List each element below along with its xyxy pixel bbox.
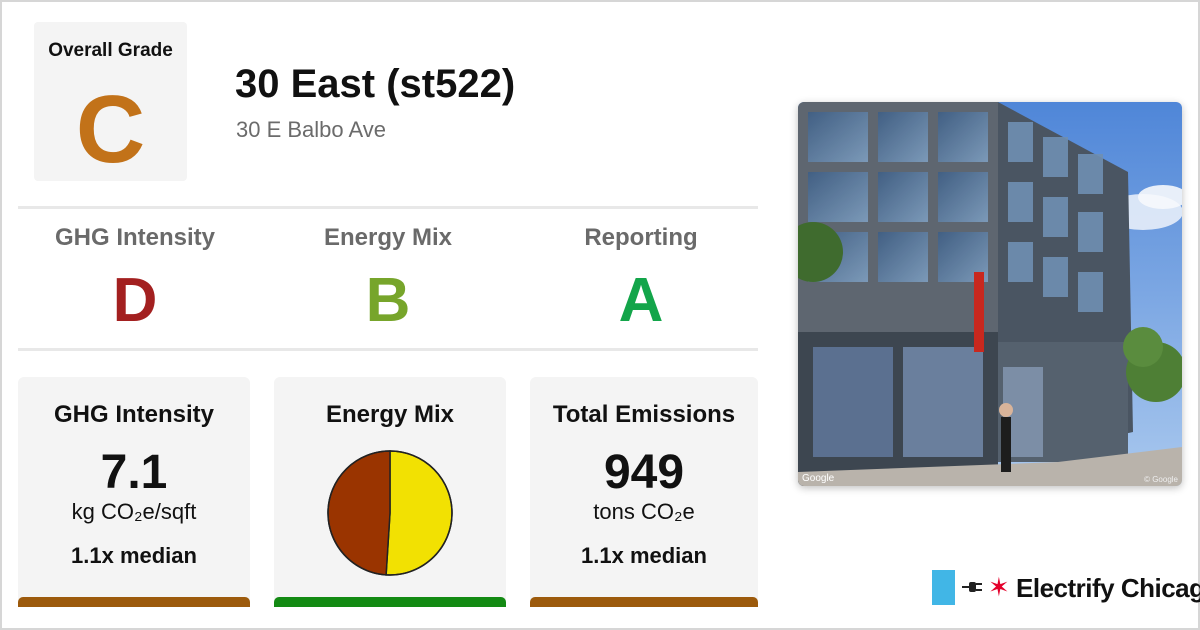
total-emissions-value: 949 (603, 446, 685, 499)
overall-grade-label: Overall Grade (48, 40, 173, 61)
sub-grade-label: Energy Mix (323, 224, 453, 251)
sub-grade-letter: B (365, 266, 411, 335)
chicago-flag-icon (932, 570, 955, 605)
sub-grade-label: GHG Intensity (54, 224, 216, 251)
overall-grade-box: Overall Grade C (34, 22, 187, 181)
building-title: 30 East (st522) (235, 62, 516, 106)
total-emissions-median: 1.1x median (581, 543, 707, 568)
overall-grade-letter: C (75, 76, 146, 183)
divider-top (18, 206, 758, 209)
building-photo: Google © Google (798, 102, 1182, 486)
brand-name: Electrify Chicago (1016, 573, 1200, 603)
card-title: GHG Intensity (53, 401, 215, 428)
divider-middle (18, 348, 758, 351)
energy-mix-card: Energy Mix (274, 377, 506, 607)
total-emissions-card: Total Emissions 949 tons CO₂e 1.1x media… (530, 377, 758, 607)
card-accent-bar (18, 597, 250, 607)
plug-icon (962, 582, 982, 592)
sub-grade-letter: A (618, 266, 664, 335)
pie-slice-electric (385, 450, 453, 576)
card-accent-bar (530, 597, 758, 607)
photo-credit: Google (802, 473, 835, 484)
photo-copyright: © Google (1144, 475, 1178, 484)
card-title: Energy Mix (325, 401, 455, 428)
ghg-intensity-unit: kg CO₂e/sqft (71, 499, 197, 524)
sub-grade-energy-mix: Energy Mix B (268, 224, 508, 332)
pie-slice-fossil-gas (327, 450, 391, 576)
energy-mix-pie-chart (327, 450, 453, 576)
ghg-intensity-card: GHG Intensity 7.1 kg CO₂e/sqft 1.1x medi… (18, 377, 250, 607)
card-title: Total Emissions (552, 401, 736, 428)
sub-grade-letter: D (112, 266, 158, 335)
red-star-icon: ✶ (988, 572, 1010, 602)
sub-grade-reporting: Reporting A (521, 224, 761, 332)
card-accent-bar (274, 597, 506, 607)
sub-grade-label: Reporting (584, 224, 698, 251)
ghg-intensity-value: 7.1 (100, 446, 168, 499)
ghg-intensity-median: 1.1x median (71, 543, 197, 568)
building-photo-illustration (798, 102, 1182, 486)
sub-grade-ghg: GHG Intensity D (15, 224, 255, 332)
total-emissions-unit: tons CO₂e (593, 499, 695, 524)
building-address: 30 E Balbo Ave (236, 117, 387, 142)
